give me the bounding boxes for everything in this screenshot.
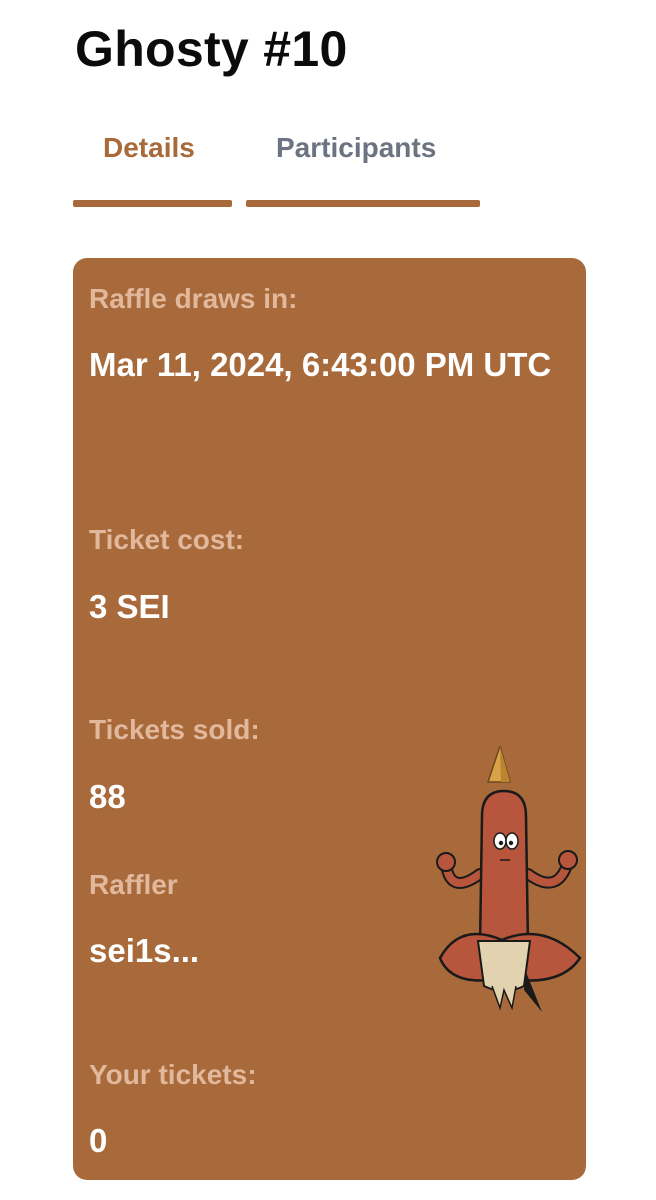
tab-details[interactable]: Details [103,132,195,164]
meditating-mascot-illustration [436,746,582,1012]
draw-time-value: Mar 11, 2024, 6:43:00 PM UTC [89,346,552,383]
page-title: Ghosty #10 [75,21,348,77]
draw-time-label: Raffle draws in: [89,283,298,314]
raffle-details-card: Raffle draws in: Mar 11, 2024, 6:43:00 P… [73,258,586,1180]
tab-details-underline [73,200,232,207]
raffle-page: Ghosty #10 Details Participants Raffle d… [0,0,656,1200]
your-tickets-label: Your tickets: [89,1059,257,1090]
your-tickets-value: 0 [89,1122,108,1159]
tickets-sold-label: Tickets sold: [89,714,260,745]
tab-participants-underline [246,200,480,207]
ticket-cost-label: Ticket cost: [89,524,245,555]
tab-participants[interactable]: Participants [276,132,436,164]
raffler-label: Raffler [89,869,178,900]
ticket-cost-value: 3 SEI [89,588,170,625]
